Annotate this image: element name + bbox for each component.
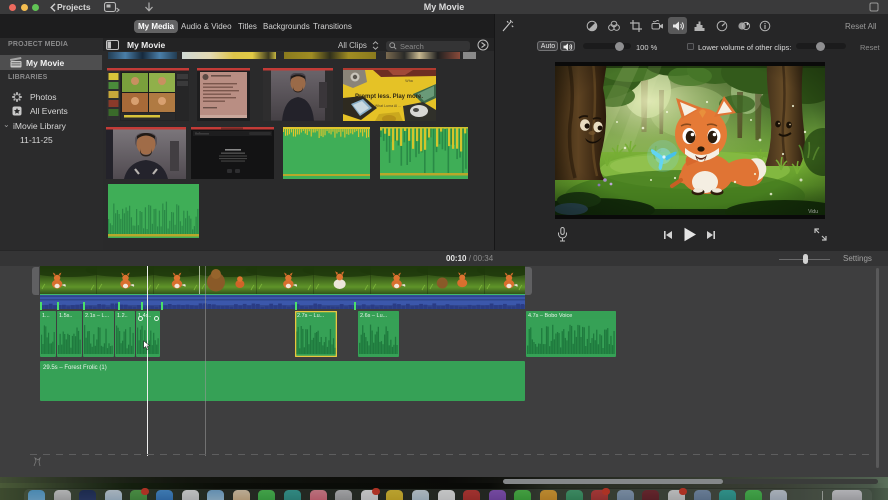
svg-text:4.7s – Bobo Voice: 4.7s – Bobo Voice: [528, 313, 572, 319]
svg-text:2.6s – Lu...: 2.6s – Lu...: [360, 313, 388, 319]
svg-text:What Luma AI ...: What Luma AI ...: [375, 104, 402, 108]
svg-text:2.1s – L...: 2.1s – L...: [85, 313, 110, 319]
svg-text:29.5s – Forest Frolic (1): 29.5s – Forest Frolic (1): [43, 365, 107, 371]
svg-text:Wha: Wha: [405, 79, 412, 83]
svg-text:Vidu: Vidu: [808, 209, 818, 215]
svg-text:1...: 1...: [42, 313, 50, 319]
svg-text:2.7s – Lu...: 2.7s – Lu...: [297, 313, 325, 319]
svg-text:1.2..: 1.2..: [117, 313, 128, 319]
svg-text:1.5s..: 1.5s..: [59, 313, 73, 319]
svg-text:Prompt less. Play more.: Prompt less. Play more.: [355, 94, 423, 100]
